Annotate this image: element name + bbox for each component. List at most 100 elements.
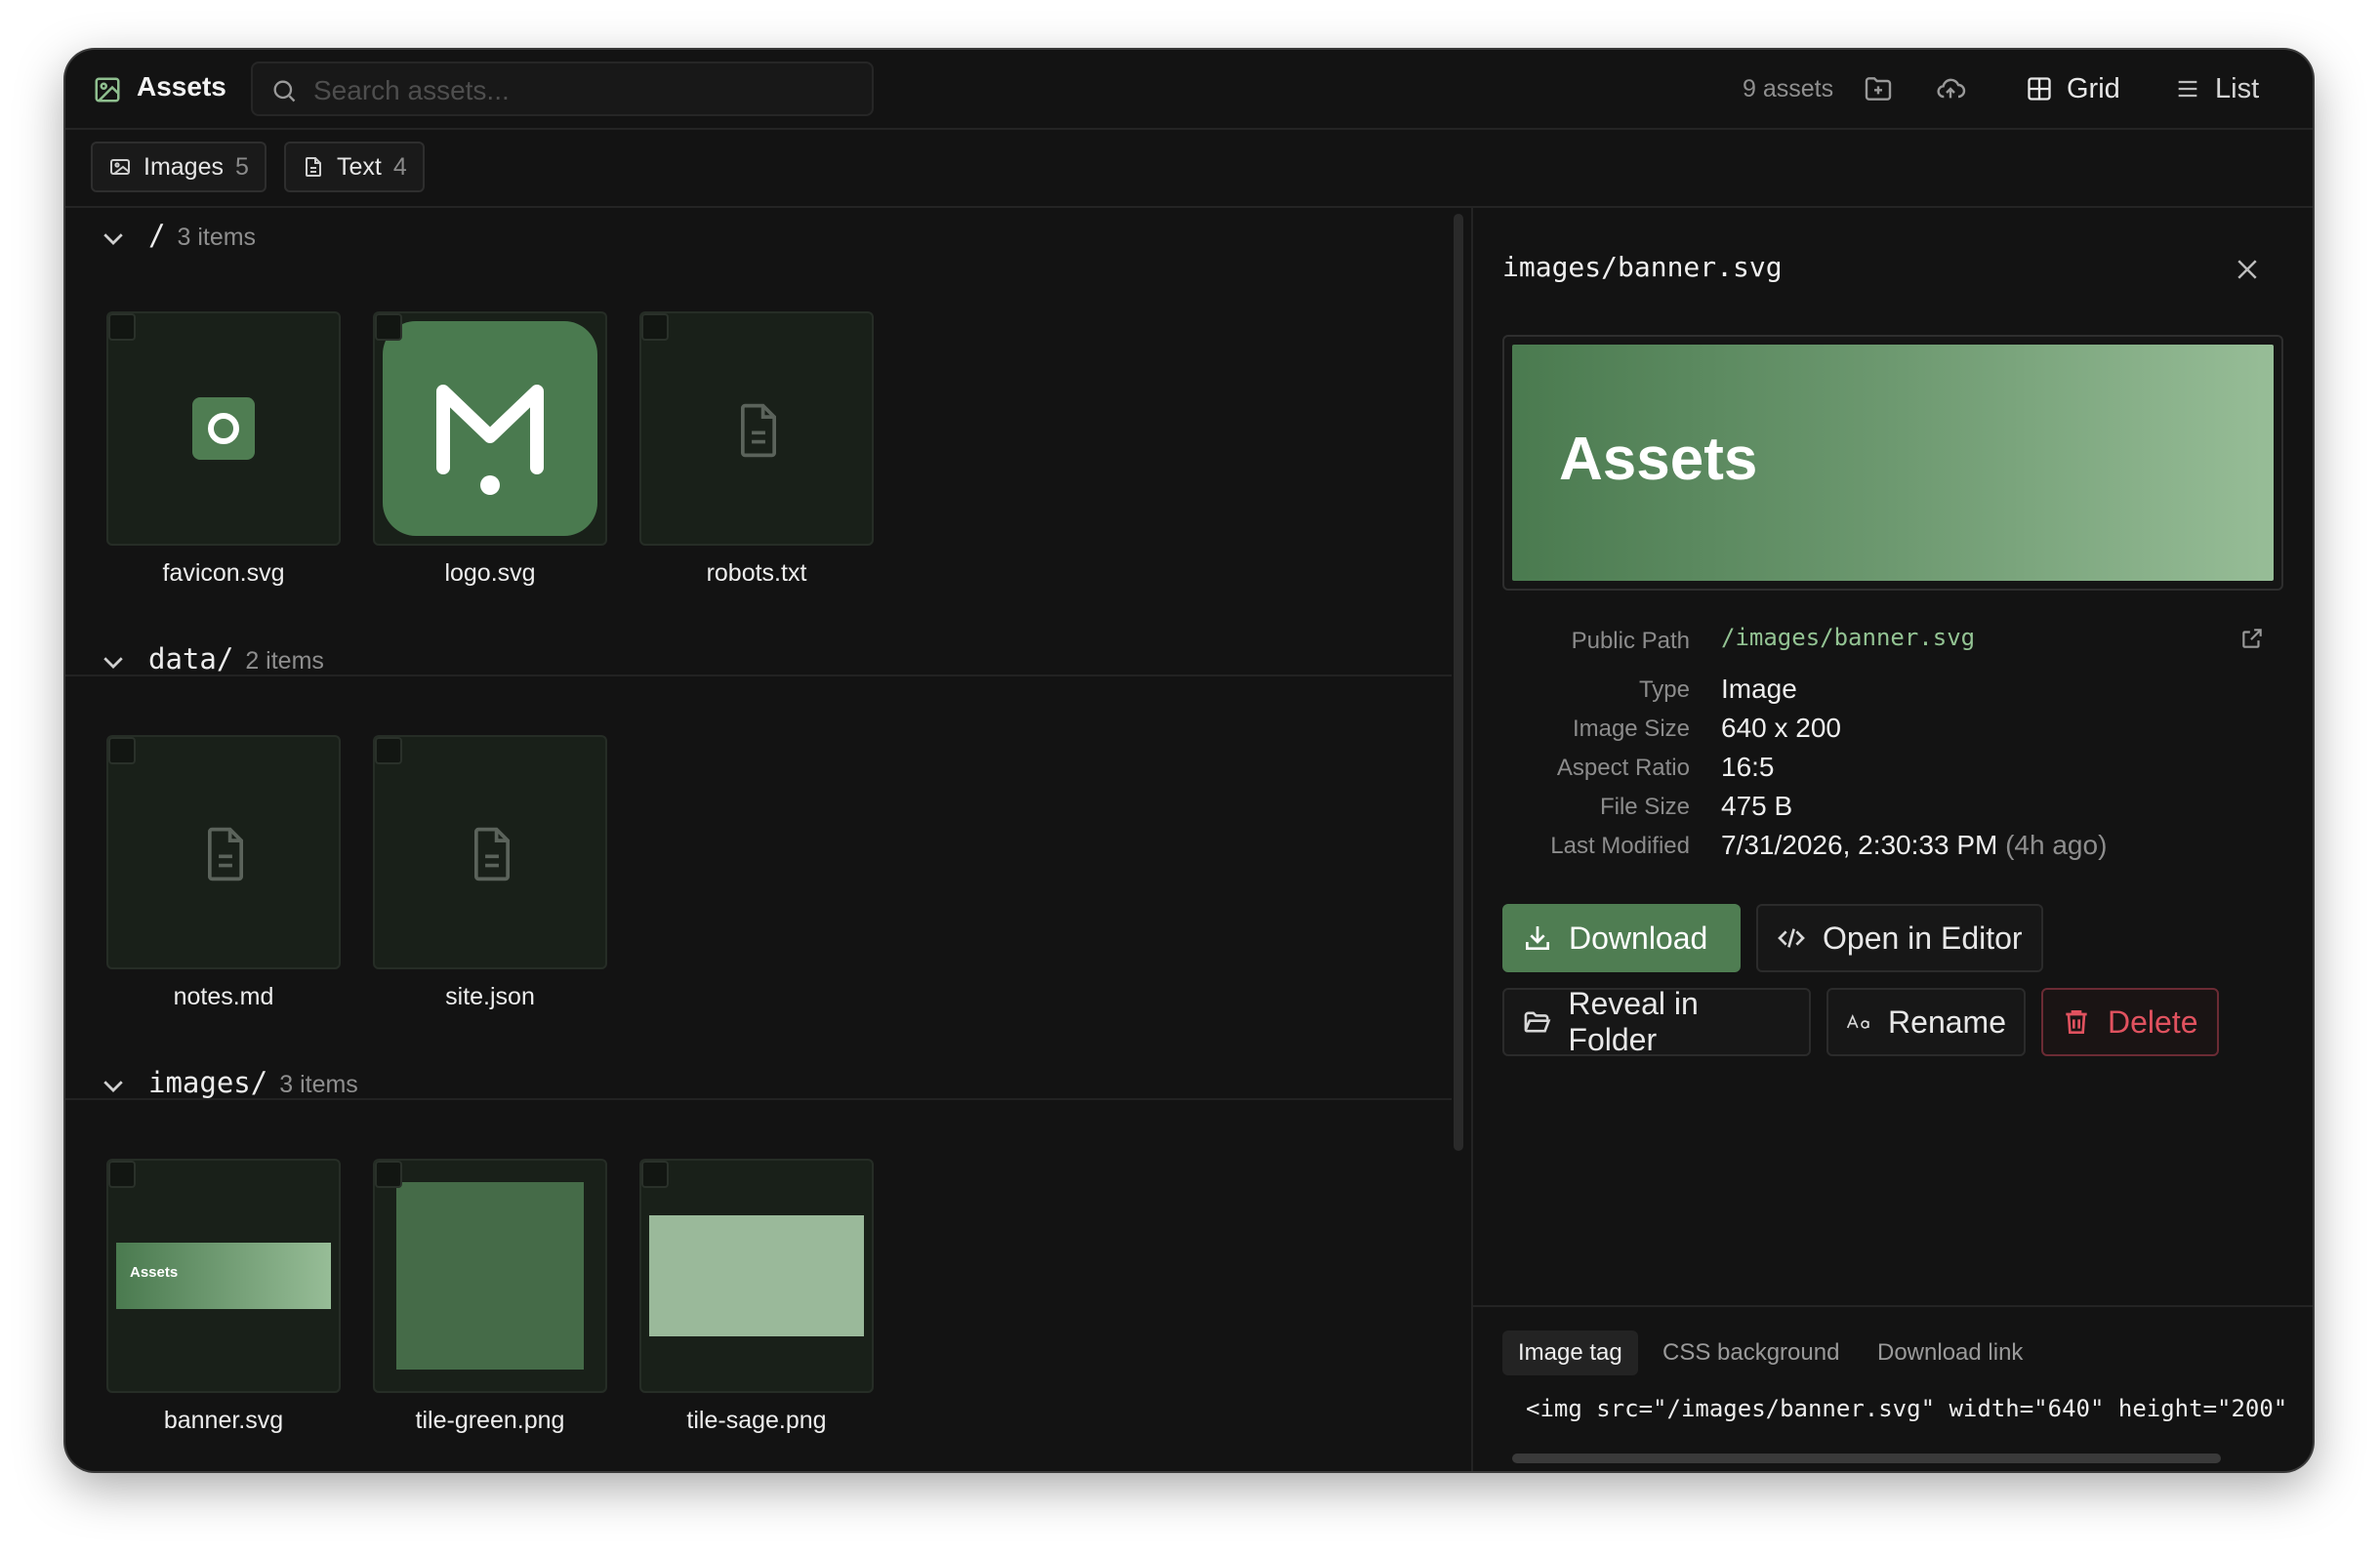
search-icon bbox=[273, 80, 296, 102]
chevron-down-icon bbox=[103, 233, 123, 245]
filter-chip-count: 5 bbox=[234, 152, 249, 181]
snippet-scrollbar[interactable] bbox=[1512, 1454, 2221, 1463]
banner-preview-text: Assets bbox=[1559, 426, 1758, 493]
folder-open-icon bbox=[1524, 1011, 1551, 1033]
list-icon bbox=[2178, 80, 2197, 98]
asset-tile-favicon[interactable] bbox=[106, 311, 341, 546]
rename-label: Rename bbox=[1888, 1003, 2006, 1040]
app-title: Assets bbox=[137, 71, 226, 102]
select-checkbox[interactable] bbox=[108, 313, 136, 341]
section-name: data/2 items bbox=[148, 642, 324, 676]
section-header-root[interactable]: /3 items bbox=[65, 208, 1452, 266]
asset-name: notes.md bbox=[173, 983, 274, 1010]
asset-name: tile-sage.png bbox=[686, 1407, 827, 1434]
select-checkbox[interactable] bbox=[375, 313, 402, 341]
aspect-ratio-value: 16:5 bbox=[1721, 752, 1775, 782]
tile-sage-preview bbox=[649, 1215, 864, 1336]
snippet-code[interactable]: <img src="/images/banner.svg" width="640… bbox=[1526, 1395, 2287, 1422]
asset-tile-logo[interactable] bbox=[373, 311, 607, 546]
asset-count: 9 assets bbox=[1743, 75, 1834, 102]
chevron-down-icon bbox=[103, 1081, 123, 1092]
browser-scrollbar[interactable] bbox=[1454, 214, 1463, 1151]
file-text-icon bbox=[741, 403, 776, 458]
section-count: 3 items bbox=[279, 1071, 358, 1098]
public-path-label: Public Path bbox=[1571, 628, 1690, 654]
filter-chip-images[interactable]: Images 5 bbox=[91, 142, 267, 192]
app-window: Assets 9 assets Grid List bbox=[65, 50, 2313, 1471]
asset-tile-notes[interactable] bbox=[106, 735, 341, 969]
banner-image: Assets bbox=[1512, 345, 2274, 581]
image-size-value: 640 x 200 bbox=[1721, 713, 1841, 743]
cloud-upload-icon[interactable] bbox=[1934, 73, 1967, 104]
close-icon[interactable] bbox=[2233, 255, 2262, 284]
tab-download-link[interactable]: Download link bbox=[1862, 1331, 2038, 1375]
search-box[interactable] bbox=[251, 61, 874, 116]
reveal-in-folder-label: Reveal in Folder bbox=[1568, 986, 1699, 1057]
delete-button[interactable]: Delete bbox=[2041, 988, 2219, 1056]
last-modified-label: Last Modified bbox=[1550, 833, 1690, 859]
section-header-images[interactable]: images/3 items bbox=[65, 1055, 1452, 1114]
list-view-button[interactable]: List bbox=[2174, 63, 2259, 114]
chevron-down-icon bbox=[103, 657, 123, 669]
rename-button[interactable]: Rename bbox=[1826, 988, 2026, 1056]
tab-image-tag[interactable]: Image tag bbox=[1502, 1331, 1638, 1375]
open-in-editor-button[interactable]: Open in Editor bbox=[1756, 904, 2043, 972]
filter-chip-text[interactable]: Text 4 bbox=[284, 142, 425, 192]
select-checkbox[interactable] bbox=[375, 1161, 402, 1188]
code-icon bbox=[1778, 928, 1805, 948]
asset-tile-site[interactable] bbox=[373, 735, 607, 969]
details-title: images/banner.svg bbox=[1502, 251, 1783, 283]
relative-time: (4h ago) bbox=[2005, 830, 2108, 860]
asset-name: site.json bbox=[445, 983, 535, 1010]
open-in-editor-label: Open in Editor bbox=[1823, 920, 2023, 956]
asset-tile-tile-green[interactable] bbox=[373, 1159, 607, 1393]
reveal-in-folder-button[interactable]: Reveal in Folder bbox=[1502, 986, 1811, 1057]
favicon-preview bbox=[192, 397, 255, 460]
asset-tile-robots[interactable] bbox=[639, 311, 874, 546]
file-text-icon bbox=[474, 827, 510, 881]
section-name: /3 items bbox=[148, 219, 257, 252]
select-checkbox[interactable] bbox=[108, 737, 136, 764]
section-count: 2 items bbox=[245, 647, 324, 675]
filter-chip-count: 4 bbox=[392, 152, 407, 181]
download-icon bbox=[1526, 926, 1549, 950]
download-label: Download bbox=[1569, 920, 1708, 956]
file-text-icon bbox=[208, 827, 243, 881]
image-icon bbox=[110, 159, 130, 175]
select-checkbox[interactable] bbox=[375, 737, 402, 764]
file-size-label: File Size bbox=[1599, 794, 1690, 820]
asset-tile-tile-sage[interactable] bbox=[639, 1159, 874, 1393]
select-checkbox[interactable] bbox=[641, 313, 669, 341]
external-link-icon[interactable] bbox=[2239, 626, 2265, 651]
asset-name: robots.txt bbox=[706, 559, 807, 587]
banner-preview-text: Assets bbox=[130, 1264, 179, 1281]
asset-name: favicon.svg bbox=[162, 559, 285, 587]
file-size-value: 475 B bbox=[1721, 791, 1793, 821]
trash-icon bbox=[2066, 1010, 2087, 1034]
banner-preview: Assets bbox=[116, 1243, 331, 1309]
grid-view-button[interactable]: Grid bbox=[2026, 63, 2120, 114]
select-checkbox[interactable] bbox=[108, 1161, 136, 1188]
search-input[interactable] bbox=[311, 71, 862, 110]
filter-bar: Images 5 Text 4 bbox=[65, 130, 2313, 208]
last-modified-value: 7/31/2026, 2:30:33 PM (4h ago) bbox=[1721, 830, 2108, 860]
aspect-ratio-label: Aspect Ratio bbox=[1556, 755, 1690, 781]
list-view-label: List bbox=[2215, 72, 2260, 104]
select-checkbox[interactable] bbox=[641, 1161, 669, 1188]
new-folder-icon[interactable] bbox=[1862, 73, 1895, 104]
tile-green-preview bbox=[396, 1182, 584, 1370]
top-bar: Assets 9 assets Grid List bbox=[65, 50, 2313, 130]
asset-name: banner.svg bbox=[163, 1407, 284, 1434]
tab-css-background[interactable]: CSS background bbox=[1647, 1331, 1855, 1375]
snippet-panel: Image tag CSS background Download link <… bbox=[1473, 1305, 2313, 1471]
asset-name: tile-green.png bbox=[415, 1407, 565, 1434]
asset-tile-banner[interactable]: Assets bbox=[106, 1159, 341, 1393]
public-path-link[interactable]: /images/banner.svg bbox=[1721, 624, 1975, 651]
type-label: Type bbox=[1638, 676, 1690, 703]
section-count: 3 items bbox=[177, 224, 257, 251]
asset-browser: /3 items favicon.svg logo.svg robots.txt… bbox=[65, 208, 1471, 1471]
download-button[interactable]: Download bbox=[1502, 904, 1741, 972]
section-header-data[interactable]: data/2 items bbox=[65, 632, 1452, 690]
filter-chip-label: Text bbox=[337, 152, 382, 181]
filter-chip-label: Images bbox=[144, 152, 224, 181]
